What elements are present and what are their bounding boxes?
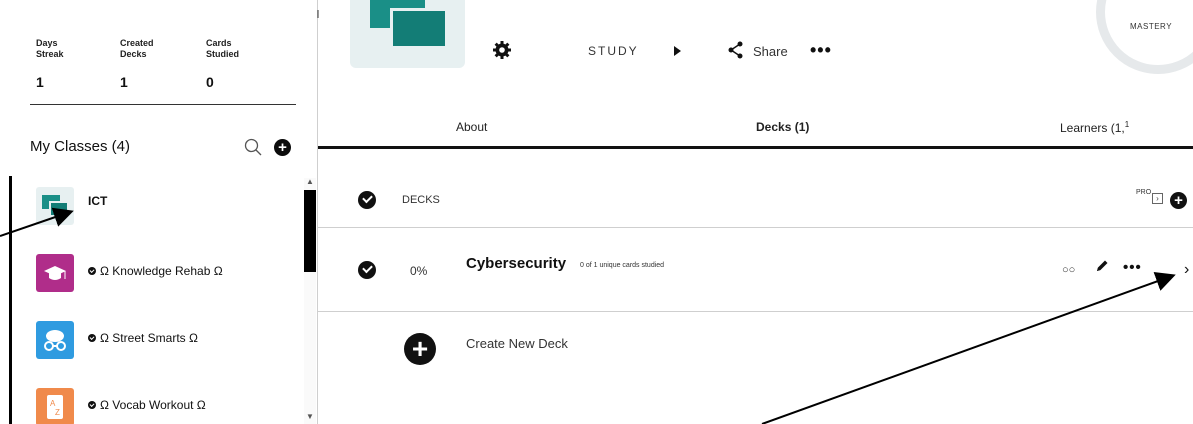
stat-value: 1 [36,74,44,90]
deck-name[interactable]: Cybersecurity [466,255,566,272]
class-item-vocab-workout[interactable]: A Z Ω Vocab Workout Ω [36,388,296,424]
main-panel: STUDY Share ••• MASTERY About Decks (1) … [318,0,1193,424]
class-cover-image [350,0,465,68]
gear-icon[interactable] [492,40,512,60]
tab-learners[interactable]: Learners (1,1 [1060,120,1129,135]
brain-glasses-icon [36,321,74,359]
class-item-label: ICT [88,194,108,208]
deck-squares-icon [36,187,74,225]
decks-header-label: DECKS [402,194,440,206]
stat-label: Created [120,38,154,48]
class-item-name: Ω Vocab Workout Ω [100,398,206,412]
verified-icon [88,401,96,409]
stat-label: Streak [36,49,64,59]
stat-value: 1 [120,74,128,90]
tab-decks[interactable]: Decks (1) [756,120,809,134]
focus-bar [9,176,12,424]
stat-cards-studied: Cards Studied 0 [206,38,239,90]
select-all-checkbox[interactable] [358,191,376,209]
tab-underline [318,146,1193,149]
class-item-name: Ω Street Smarts Ω [100,331,198,345]
add-deck-button[interactable]: + [1170,192,1187,209]
verified-icon [88,267,96,275]
stat-label: Decks [120,49,147,59]
class-item-label: Ω Street Smarts Ω [88,331,198,345]
pro-badge: PRO [1136,189,1152,196]
scroll-down-icon[interactable]: ▼ [306,412,314,421]
pencil-icon[interactable] [1094,258,1110,274]
class-item-street-smarts[interactable]: Ω Street Smarts Ω [36,321,296,361]
sidebar: Days Streak 1 Created Decks 1 Cards Stud… [0,0,318,424]
stat-label: Studied [206,49,239,59]
stat-days-streak: Days Streak 1 [36,38,64,90]
deck-mastery-percent: 0% [410,264,428,278]
divider [30,104,296,105]
dictionary-icon: A Z [36,388,74,424]
class-item-name: Ω Knowledge Rehab Ω [100,264,223,278]
class-item-knowledge-rehab[interactable]: Ω Knowledge Rehab Ω [36,254,296,294]
scrollbar-thumb[interactable] [304,190,316,272]
import-icon[interactable]: › [1152,193,1163,204]
verified-icon [88,334,96,342]
class-item-label: Ω Vocab Workout Ω [88,398,206,412]
deck-more-options-button[interactable]: ••• [1123,259,1142,276]
mastery-ring [1096,0,1193,74]
stat-label: Days [36,38,58,48]
create-deck-icon[interactable]: + [404,333,436,365]
svg-text:A: A [50,399,56,408]
search-icon[interactable] [244,138,262,156]
class-item-ict[interactable]: ICT [36,187,296,227]
stat-label: Cards [206,38,232,48]
mastery-label: MASTERY [1130,22,1173,31]
preview-glasses-icon[interactable]: ○○ [1062,264,1075,276]
deck-checkbox[interactable] [358,261,376,279]
my-classes-title: My Classes (4) [30,138,131,155]
scroll-up-icon[interactable]: ▲ [306,177,314,186]
stat-created-decks: Created Decks 1 [120,38,154,90]
create-new-deck-button[interactable]: Create New Deck [466,336,568,351]
share-icon[interactable] [728,41,744,59]
stat-value: 0 [206,74,214,90]
play-icon[interactable] [674,46,681,56]
svg-text:Z: Z [55,408,60,417]
class-item-label: Ω Knowledge Rehab Ω [88,264,223,278]
deck-progress-text: 0 of 1 unique cards studied [580,262,665,269]
share-button[interactable]: Share [753,44,788,59]
chevron-right-icon[interactable]: › [1184,261,1189,279]
more-options-button[interactable]: ••• [810,40,832,61]
add-class-button[interactable]: + [274,139,291,156]
study-button[interactable]: STUDY [588,44,639,58]
tab-learners-label: Learners (1, [1060,121,1125,135]
graduation-cap-icon [36,254,74,292]
tab-about[interactable]: About [456,120,487,134]
decks-header-row [318,150,1193,228]
